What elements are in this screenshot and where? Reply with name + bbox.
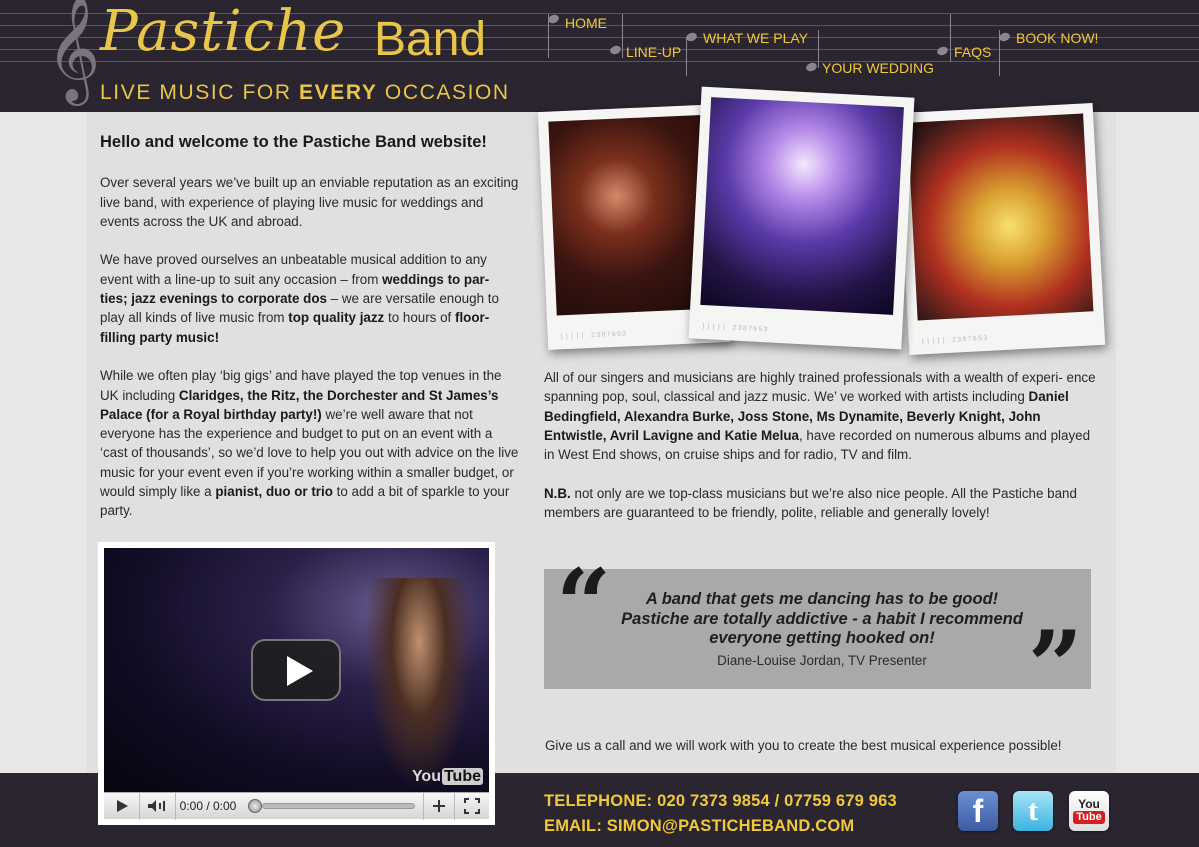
about-paragraph-2: N.B. not only are we top-class musicians… [544, 485, 1077, 521]
photo-image [907, 113, 1094, 321]
progress-handle[interactable] [248, 799, 262, 813]
welcome-heading: Hello and welcome to the Pastiche Band w… [100, 133, 487, 151]
tagline-bold: EVERY [299, 81, 378, 104]
contact-info: TELEPHONE: 020 7373 9854 / 07759 679 963… [544, 789, 897, 838]
play-button[interactable] [104, 792, 140, 820]
video-time: 0:00 / 0:00 [179, 799, 237, 813]
fullscreen-icon[interactable] [455, 793, 489, 820]
about-paragraph-1: All of our singers and musicians are hig… [544, 370, 1096, 463]
testimonial-text: A band that gets me dancing has to be go… [621, 590, 1023, 647]
intro-paragraph-1: Over several years we’ve built up an env… [100, 175, 519, 229]
youtube-video-embed[interactable]: You Tube 0:00 / 0:00 [98, 542, 495, 825]
note-head-icon [804, 61, 819, 73]
call-to-action: Give us a call and we will work with you… [545, 738, 1062, 753]
quote-open-icon: “ [556, 548, 612, 661]
facebook-icon[interactable]: f [958, 791, 998, 831]
video-progress[interactable] [240, 799, 423, 813]
video-performer [364, 578, 474, 792]
site-header: 𝄞 Pastiche Band LIVE MUSIC FOR EVERY OCC… [0, 0, 1199, 112]
about-column: All of our singers and musicians are hig… [544, 368, 1099, 542]
nav-what-we-play[interactable]: WHAT WE PLAY [703, 30, 808, 46]
intro-paragraph-2: We have proved ourselves an unbeatable m… [100, 252, 499, 345]
video-frame[interactable]: You Tube [104, 548, 489, 792]
photo-caption: ||||| 2387653 [920, 334, 989, 347]
logo-script[interactable]: Pastiche [100, 4, 346, 60]
twitter-icon[interactable]: t [1013, 791, 1053, 831]
tagline-post: OCCASION [377, 81, 510, 104]
note-stem [622, 14, 623, 58]
treble-clef-icon: 𝄞 [46, 0, 101, 101]
youtube-icon-top: You [1078, 797, 1100, 811]
quote-close-icon: ” [1027, 610, 1083, 723]
note-stem [950, 14, 951, 62]
email-text[interactable]: EMAIL: SIMON@PASTICHEBAND.COM [544, 814, 897, 839]
video-controls: 0:00 / 0:00 [104, 792, 489, 820]
nav-faqs[interactable]: FAQS [954, 44, 991, 60]
photo-caption: ||||| 2387653 [559, 330, 628, 342]
youtube-icon-bottom: Tube [1073, 811, 1105, 824]
telephone-text[interactable]: TELEPHONE: 020 7373 9854 / 07759 679 963 [544, 789, 897, 814]
nav-your-wedding[interactable]: YOUR WEDDING [822, 60, 934, 76]
volume-icon[interactable] [140, 792, 176, 820]
band-photo-dancers: ||||| 2387653 [896, 103, 1106, 355]
youtube-icon[interactable]: You Tube [1069, 791, 1109, 831]
note-stem [686, 38, 687, 76]
note-head-icon [935, 45, 950, 57]
testimonial-box: “ A band that gets me dancing has to be … [544, 557, 1091, 715]
photo-caption: ||||| 2387653 [700, 322, 769, 335]
testimonial-author: Diane-Louise Jordan, TV Presenter [717, 653, 927, 668]
logo-band[interactable]: Band [374, 16, 486, 64]
intro-paragraph-3: While we often play ‘big gigs’ and have … [100, 368, 519, 519]
progress-track[interactable] [262, 803, 415, 809]
intro-column: Hello and welcome to the Pastiche Band w… [100, 133, 520, 540]
add-to-playlist-icon[interactable] [423, 792, 455, 820]
tagline-pre: LIVE MUSIC FOR [100, 81, 300, 104]
nav-book-now[interactable]: BOOK NOW! [1016, 30, 1098, 46]
note-head-icon [608, 44, 623, 56]
youtube-watermark: You Tube [411, 768, 483, 785]
photo-image [700, 97, 904, 315]
play-overlay-button[interactable] [251, 639, 341, 701]
nav-home[interactable]: HOME [565, 15, 607, 31]
band-photo-stage: ||||| 2387653 [688, 86, 915, 350]
tagline: LIVE MUSIC FOR EVERY OCCASION [100, 82, 510, 103]
note-stem [818, 30, 819, 68]
nav-lineup[interactable]: LINE-UP [626, 44, 681, 60]
